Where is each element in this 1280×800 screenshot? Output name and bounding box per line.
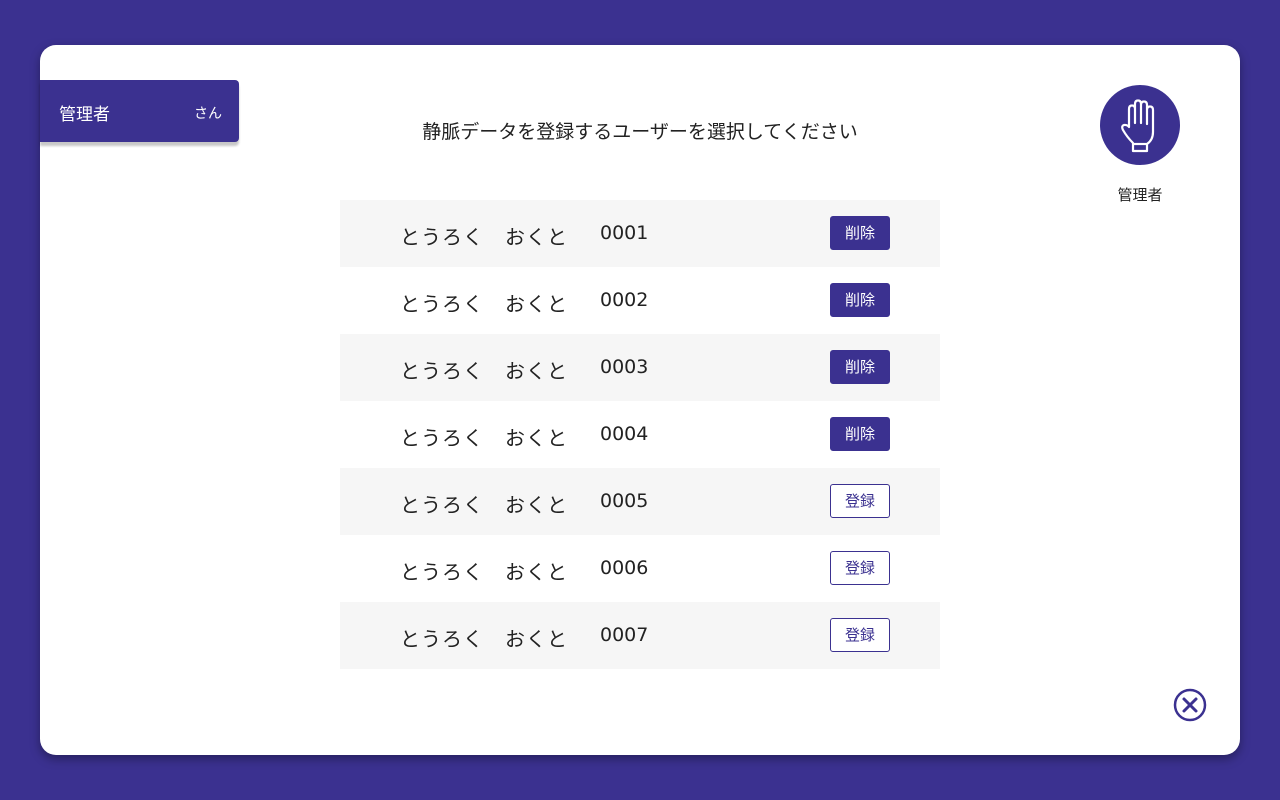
user-row-name: とうろく おくと [400,426,568,450]
user-row-name: とうろく おくと [400,627,568,651]
logged-in-user-tag: 管理者 さん [40,80,239,142]
delete-button[interactable]: 削除 [830,283,890,317]
user-row-id: 0006 [600,557,649,579]
user-name: 管理者 [59,105,110,125]
user-row-id: 0001 [600,222,649,244]
table-row: とうろく おくと 0004 削除 [340,401,940,468]
user-row-id: 0003 [600,356,649,378]
user-row-name: とうろく おくと [400,560,568,584]
table-row: とうろく おくと 0001 削除 [340,200,940,267]
user-suffix: さん [194,106,222,122]
user-row-name: とうろく おくと [400,493,568,517]
user-row-id: 0002 [600,289,649,311]
delete-button[interactable]: 削除 [830,417,890,451]
user-row-name: とうろく おくと [400,292,568,316]
table-row: とうろく おくと 0005 登録 [340,468,940,535]
user-row-name: とうろく おくと [400,359,568,383]
user-list: とうろく おくと 0001 削除 とうろく おくと 0002 削除 とうろく おくと 0003… [340,200,940,669]
register-button[interactable]: 登録 [830,618,890,652]
table-row: とうろく おくと 0006 登録 [340,535,940,602]
page-title: 静脈データを登録するユーザーを選択してください [422,121,858,143]
close-icon[interactable] [1173,688,1207,722]
delete-button[interactable]: 削除 [830,350,890,384]
table-row: とうろく おくと 0007 登録 [340,602,940,669]
register-button[interactable]: 登録 [830,484,890,518]
main-card: 管理者 さん 静脈データを登録するユーザーを選択してください 管理者 とうろく … [40,45,1240,755]
table-row: とうろく おくと 0003 削除 [340,334,940,401]
user-row-id: 0004 [600,423,649,445]
delete-button[interactable]: 削除 [830,216,890,250]
register-button[interactable]: 登録 [830,551,890,585]
profile-label: 管理者 [1117,186,1163,204]
user-row-id: 0005 [600,490,649,512]
hand-icon [1121,99,1155,153]
user-row-id: 0007 [600,624,649,646]
user-row-name: とうろく おくと [400,225,568,249]
table-row: とうろく おくと 0002 削除 [340,267,940,334]
profile-avatar[interactable] [1100,85,1180,165]
